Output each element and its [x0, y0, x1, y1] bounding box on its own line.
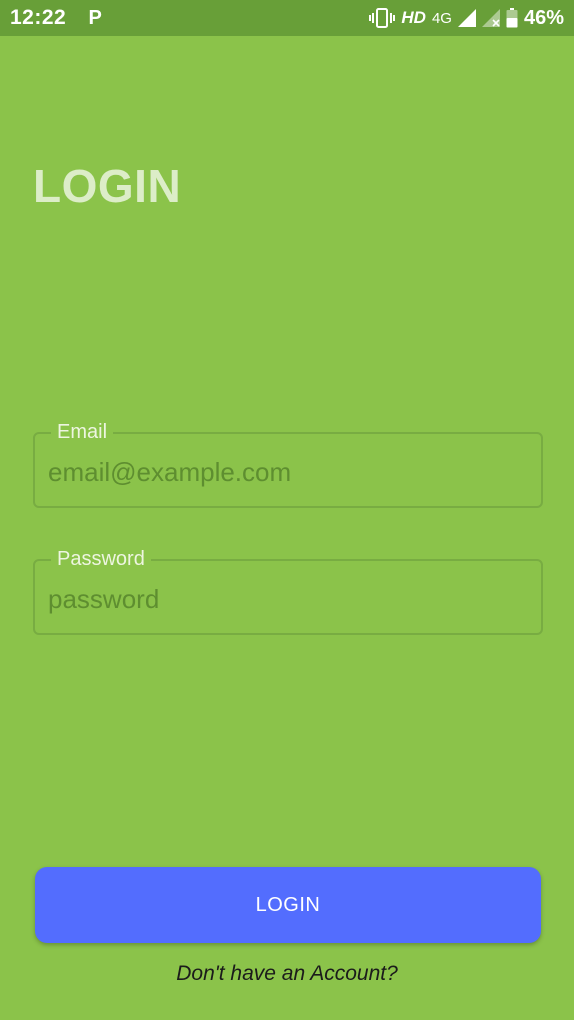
- password-input[interactable]: [48, 581, 528, 617]
- page-title: LOGIN: [33, 160, 182, 212]
- notification-app-icon: P: [88, 6, 102, 29]
- password-label: Password: [51, 547, 151, 571]
- login-button[interactable]: LOGIN: [35, 867, 541, 943]
- battery-percent: 46%: [523, 6, 564, 29]
- hd-voice-label: HD: [401, 8, 426, 27]
- password-field-container: Password: [33, 547, 543, 635]
- signal-full-icon: [457, 9, 476, 27]
- status-time: 12:22: [10, 6, 67, 29]
- status-icons: HD 4G 46%: [369, 7, 564, 30]
- battery-icon: [506, 8, 518, 28]
- email-field-container: Email: [33, 420, 543, 508]
- email-input[interactable]: [48, 454, 528, 490]
- vibrate-icon: [369, 7, 396, 29]
- signal-no-service-icon: [481, 9, 500, 27]
- status-bar: 12:22 P HD 4G 46%: [0, 0, 574, 36]
- email-label: Email: [51, 420, 114, 444]
- network-type-label: 4G: [431, 9, 452, 27]
- signup-link[interactable]: Don't have an Account?: [0, 962, 574, 986]
